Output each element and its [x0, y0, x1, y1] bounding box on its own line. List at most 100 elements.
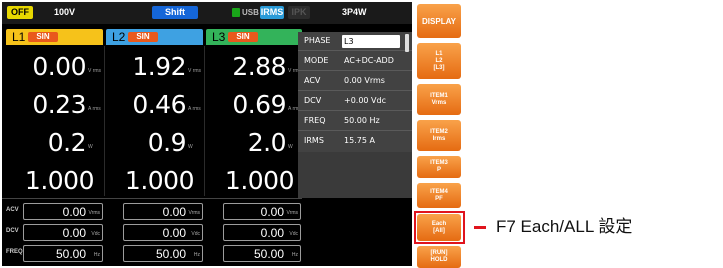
dcv-row: DCV 0.00 Vdc 0.00 Vdc 0.00 Vdc — [2, 222, 302, 243]
softkey-item3-button[interactable]: ITEM3 P — [417, 156, 461, 178]
l1-freq-value: 50.00 — [55, 247, 86, 261]
l2-dcv-field: 0.00 Vdc — [123, 224, 203, 241]
ipk-indicator: IPK — [288, 6, 310, 19]
annotation-label: F7 Each/ALL 設定 — [496, 217, 633, 236]
l2-freq-unit: Hz — [193, 252, 200, 258]
voltage-row: 0.00 V rms 1.92 V rms 2.88 V rms — [6, 50, 302, 84]
softkey-label: ITEM4 PF — [430, 188, 448, 202]
l3-dcv-field: 0.00 Vdc — [223, 224, 301, 241]
channel-label: L3 — [212, 30, 226, 44]
phase-value: L3 — [344, 37, 354, 46]
l3-freq-value: 50.00 — [253, 247, 284, 261]
l1-dcv-unit: Vdc — [91, 231, 100, 237]
param-value: AC+DC-ADD — [344, 56, 394, 65]
annotation-leader-line — [474, 226, 486, 229]
l3-acv-value: 0.00 — [260, 205, 284, 219]
param-key: MODE — [304, 56, 329, 65]
acv-row: ACV 0.00 Vrms 0.00 Vrms 0.00 Vrms — [2, 201, 302, 222]
param-value: +0.00 Vdc — [344, 96, 387, 105]
param-row-acv[interactable]: ACV 0.00 Vrms — [298, 72, 412, 91]
softkey-item2-button[interactable]: ITEM2 Irms — [417, 120, 461, 151]
l1-pf-value: 1.000 — [24, 166, 95, 195]
l3-dcv-value: 0.00 — [260, 226, 284, 240]
l3-acv-unit: Vrms — [286, 210, 298, 216]
acv-row-label: ACV — [6, 207, 19, 213]
waveform-badge: SIN — [28, 32, 58, 42]
shift-indicator: Shift — [152, 6, 198, 19]
l2-current-unit: A rms — [188, 106, 201, 112]
param-row-irms[interactable]: IRMS 15.75 A — [298, 132, 412, 151]
freq-row-label: FREQ — [6, 249, 23, 255]
l3-power-unit: W — [288, 144, 293, 150]
channel-label: L1 — [12, 30, 26, 44]
softkey-phase-button[interactable]: L1 L2 [L3] — [417, 43, 461, 79]
param-row-mode[interactable]: MODE AC+DC-ADD — [298, 52, 412, 71]
channel-header-l3: L3 SIN — [206, 29, 302, 45]
param-key: ACV — [304, 76, 321, 85]
status-bar: OFF 100V Shift USB IRMS IPK 3P4W — [2, 2, 412, 24]
l3-pf-value: 1.000 — [224, 166, 295, 195]
waveform-badge: SIN — [228, 32, 258, 42]
freq-row: FREQ 50.00 Hz 50.00 Hz 50.00 Hz — [2, 243, 302, 264]
softkey-item4-button[interactable]: ITEM4 PF — [417, 183, 461, 208]
irms-indicator: IRMS — [260, 6, 284, 19]
l1-dcv-field: 0.00 Vdc — [23, 224, 103, 241]
l1-acv-field: 0.00 Vrms — [23, 203, 103, 220]
l1-acv-unit: Vrms — [88, 210, 100, 216]
current-row: 0.23 A rms 0.46 A rms 0.69 A rms — [6, 88, 302, 122]
softkey-label: [RUN] HOLD — [430, 250, 448, 263]
l1-acv-value: 0.00 — [62, 205, 86, 219]
param-key: IRMS — [304, 136, 324, 145]
l1-power-value: 0.2 — [47, 128, 87, 157]
l2-power-unit: W — [188, 144, 193, 150]
param-row-freq[interactable]: FREQ 50.00 Hz — [298, 112, 412, 131]
l2-current-value: 0.46 — [132, 90, 186, 119]
softkey-label: DISPLAY — [422, 16, 456, 26]
voltage-range-label: 100V — [54, 7, 76, 17]
l1-freq-unit: Hz — [93, 252, 100, 258]
param-key: DCV — [304, 96, 322, 105]
scrollbar[interactable] — [405, 34, 409, 52]
l2-acv-value: 0.00 — [162, 205, 186, 219]
softkey-item1-button[interactable]: ITEM1 Vrms — [417, 84, 461, 115]
l1-current-value: 0.23 — [32, 90, 86, 119]
softkey-run-hold-button[interactable]: [RUN] HOLD — [417, 246, 461, 268]
l2-acv-unit: Vrms — [188, 210, 200, 216]
l1-voltage-unit: V rms — [88, 68, 102, 74]
l2-power-value: 0.9 — [147, 128, 187, 157]
softkey-label: ITEM3 P — [430, 160, 448, 173]
l2-dcv-unit: Vdc — [191, 231, 200, 237]
l3-freq-unit: Hz — [291, 252, 298, 258]
device-screen: OFF 100V Shift USB IRMS IPK 3P4W L1 SIN … — [2, 2, 412, 266]
l2-voltage-unit: V rms — [188, 68, 202, 74]
softkey-label: ITEM2 Irms — [430, 128, 448, 142]
softkey-display-button[interactable]: DISPLAY — [417, 4, 461, 38]
l1-freq-field: 50.00 Hz — [23, 245, 103, 262]
param-value: 50.00 Hz — [344, 116, 380, 125]
l2-dcv-value: 0.00 — [162, 226, 186, 240]
channel-label: L2 — [112, 30, 126, 44]
l2-freq-value: 50.00 — [155, 247, 186, 261]
param-row-dcv[interactable]: DCV +0.00 Vdc — [298, 92, 412, 111]
param-key: PHASE — [304, 36, 331, 45]
param-row-phase[interactable]: PHASE L3 — [298, 32, 412, 52]
usb-icon — [232, 8, 240, 17]
phase-select[interactable]: L3 — [342, 35, 400, 48]
parameter-panel: PHASE L3 MODE AC+DC-ADD ACV 0.00 Vrms DC… — [298, 32, 412, 152]
l2-freq-field: 50.00 Hz — [123, 245, 203, 262]
l2-pf-value: 1.000 — [124, 166, 195, 195]
l3-acv-field: 0.00 Vrms — [223, 203, 301, 220]
parameter-panel-blank — [298, 152, 412, 198]
channel-header-l1: L1 SIN — [6, 29, 103, 45]
divider — [2, 198, 302, 199]
softkey-label: ITEM1 Vrms — [430, 92, 448, 106]
l1-current-unit: A rms — [88, 106, 101, 112]
l2-acv-field: 0.00 Vrms — [123, 203, 203, 220]
softkey-label: L1 L2 [L3] — [433, 50, 445, 71]
dcv-row-label: DCV — [6, 228, 19, 234]
l3-dcv-unit: Vdc — [289, 231, 298, 237]
l1-power-unit: W — [88, 144, 93, 150]
param-value: 15.75 A — [344, 136, 375, 145]
usb-label: USB — [242, 8, 259, 17]
waveform-badge: SIN — [128, 32, 158, 42]
